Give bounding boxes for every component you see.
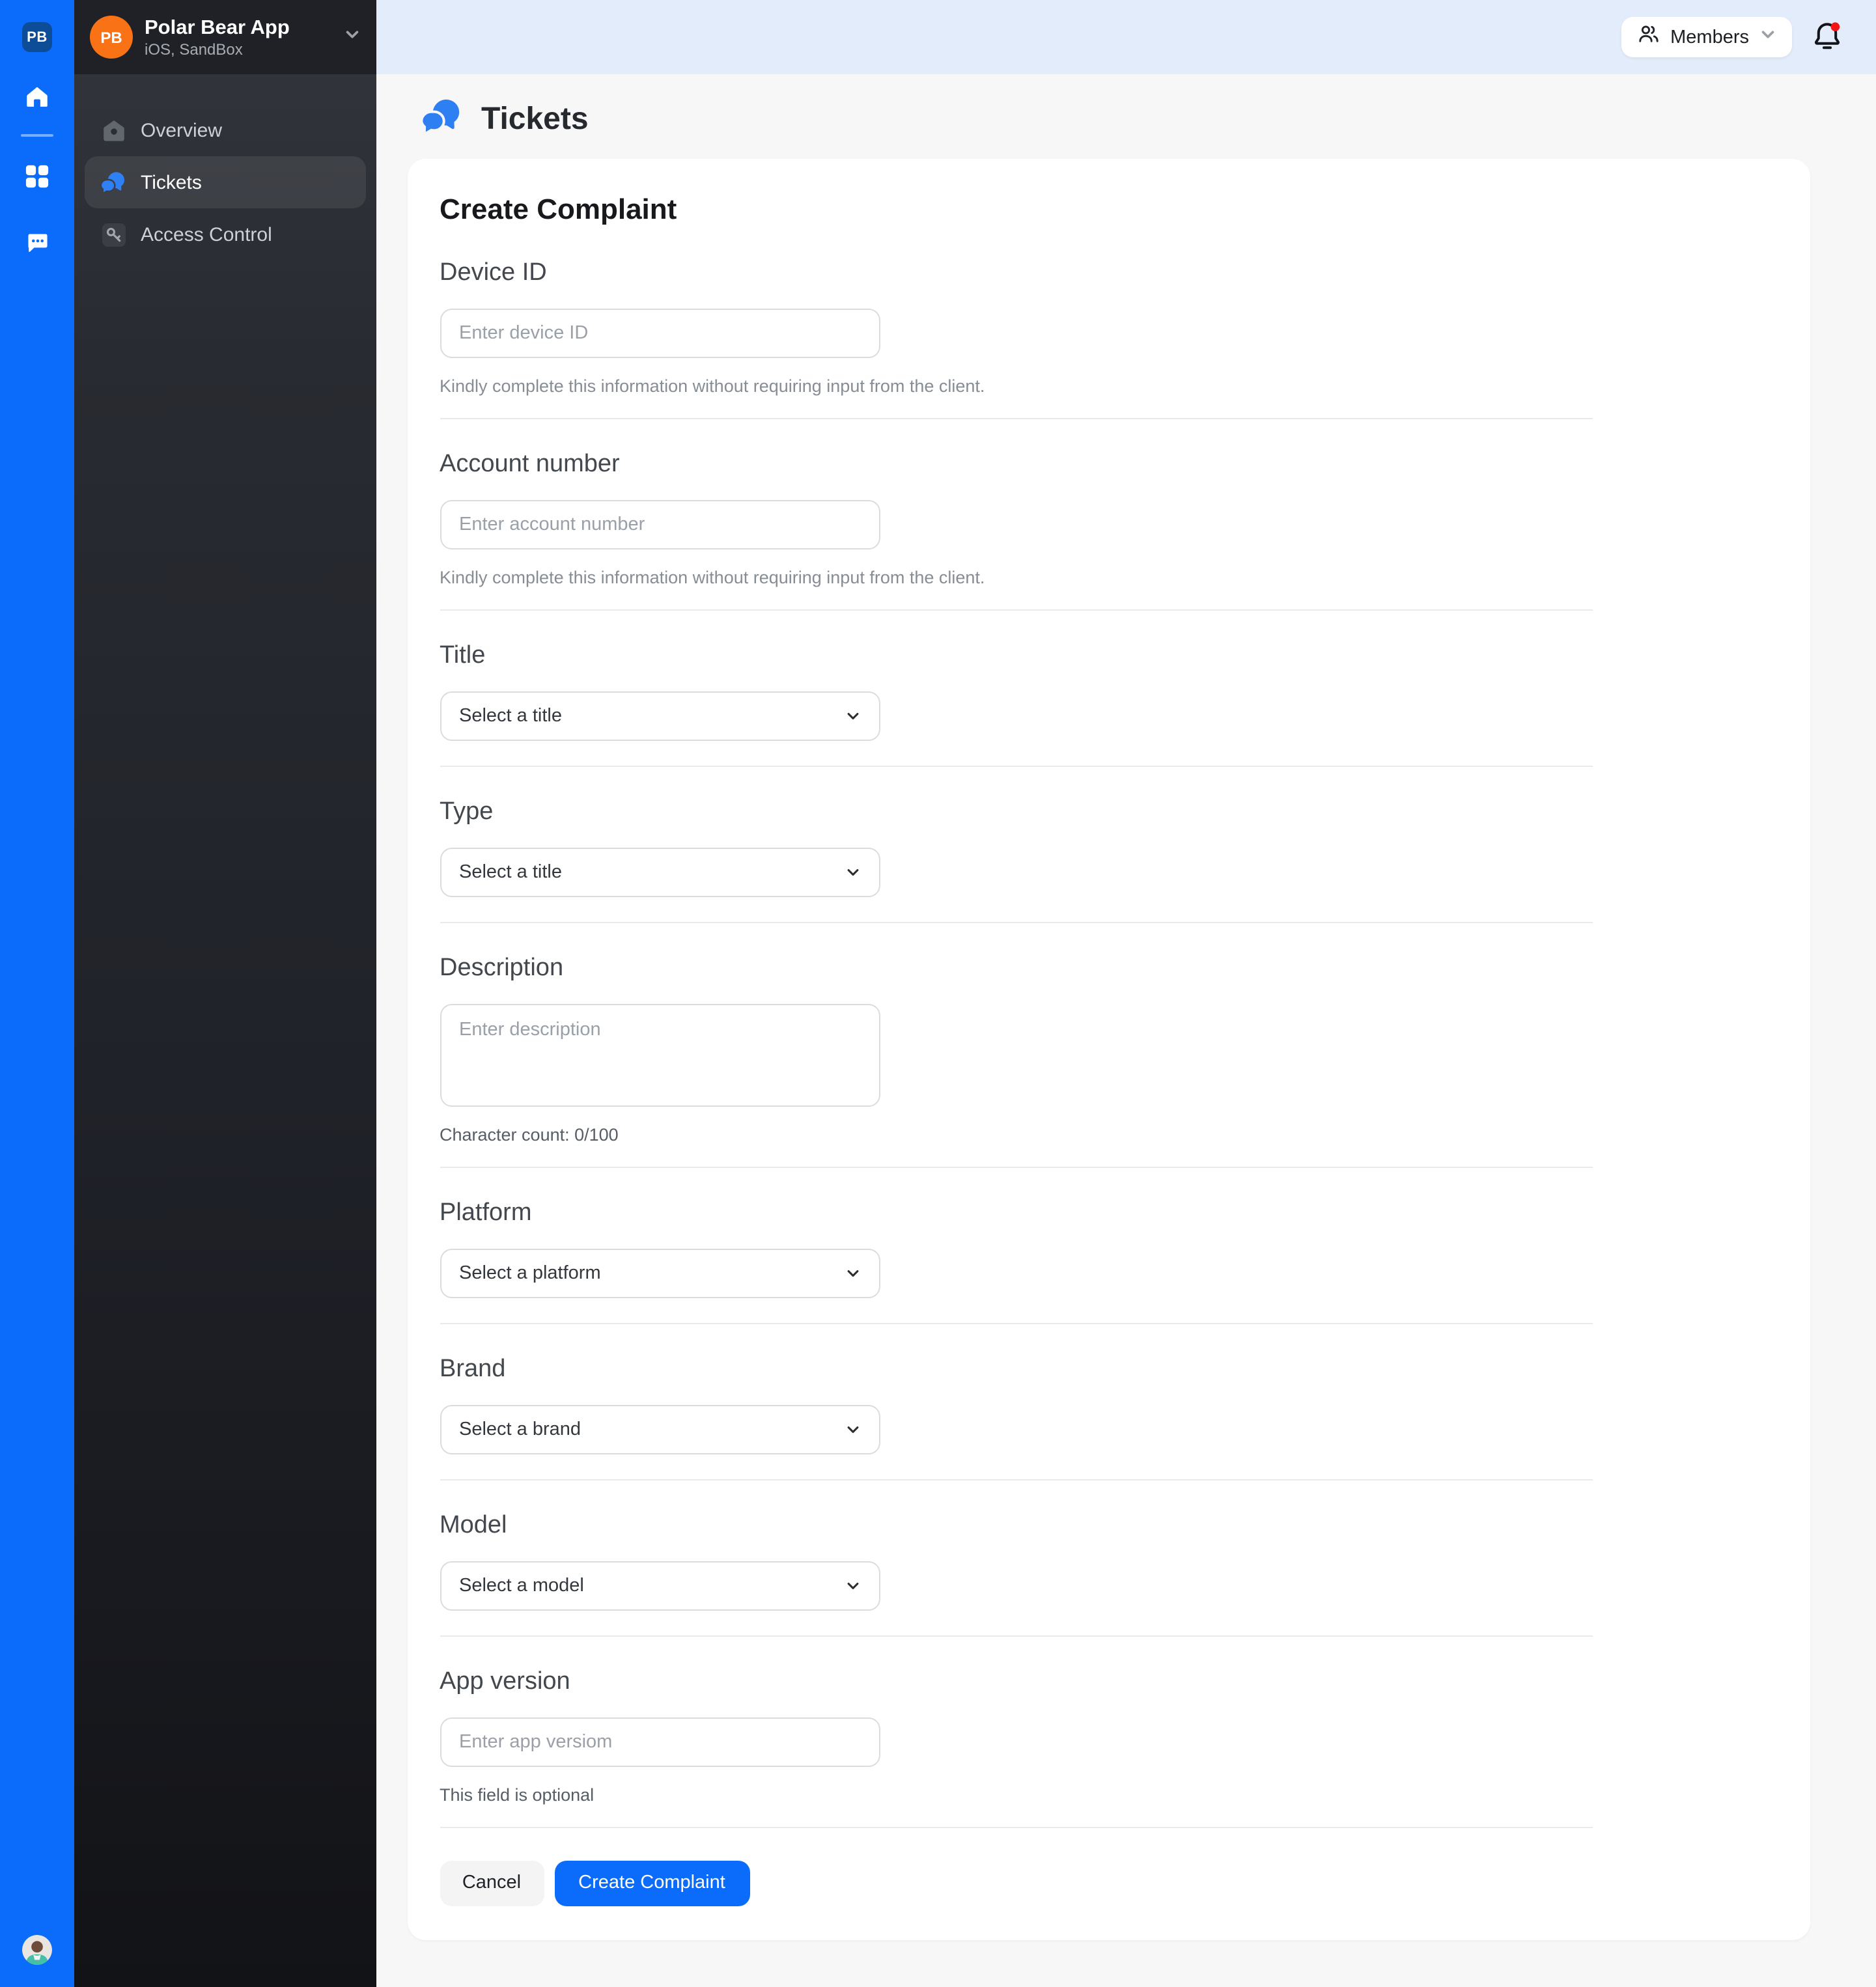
platform-select[interactable]: Select a platform <box>440 1248 880 1298</box>
sidebar-item-label: Access Control <box>141 223 272 245</box>
field-label: Brand <box>440 1355 506 1382</box>
field-label: Platform <box>440 1199 532 1226</box>
sidebar-item-overview[interactable]: Overview <box>85 104 365 156</box>
notifications-bell-icon[interactable] <box>1809 18 1845 55</box>
title-section: Title Select a title <box>440 639 1777 766</box>
chat-icon[interactable] <box>0 230 74 257</box>
app-rail: PB <box>0 0 74 1987</box>
type-select[interactable]: Select a title <box>440 847 880 896</box>
description-textarea[interactable] <box>440 1003 880 1106</box>
field-label: Model <box>440 1511 507 1538</box>
form-heading: Create Complaint <box>440 192 677 225</box>
app-name: Polar Bear App <box>145 16 290 38</box>
tickets-icon <box>100 169 126 195</box>
rail-divider <box>21 134 53 137</box>
cancel-button[interactable]: Cancel <box>440 1860 544 1906</box>
select-value: Select a model <box>459 1575 584 1596</box>
app-version-section: App version This field is optional <box>440 1665 1777 1827</box>
select-value: Select a title <box>459 861 562 882</box>
section-divider <box>440 765 1592 766</box>
field-helper: Kindly complete this information without… <box>440 376 985 395</box>
app-version-input[interactable] <box>440 1717 880 1766</box>
sidebar: PB Polar Bear App iOS, SandBox Overview <box>74 0 376 1987</box>
form-actions: Cancel Create Complaint <box>440 1860 1777 1906</box>
field-label: Device ID <box>440 258 547 286</box>
sidebar-item-access-control[interactable]: Access Control <box>85 208 365 260</box>
optional-note: This field is optional <box>440 1785 595 1804</box>
section-divider <box>440 609 1592 610</box>
section-divider <box>440 1166 1592 1167</box>
field-label: Type <box>440 798 494 825</box>
model-select[interactable]: Select a model <box>440 1561 880 1610</box>
type-section: Type Select a title <box>440 795 1777 923</box>
platform-section: Platform Select a platform <box>440 1196 1777 1324</box>
field-label: App version <box>440 1667 570 1695</box>
sidebar-nav: Overview Tickets Access Control <box>85 104 365 260</box>
apps-grid-icon[interactable] <box>0 164 74 189</box>
section-divider <box>440 921 1592 923</box>
top-bar: Members <box>376 0 1876 74</box>
app-avatar: PB <box>90 16 133 59</box>
create-complaint-card: Create Complaint Device ID Kindly comple… <box>407 158 1810 1939</box>
character-count: Character count: 0/100 <box>440 1124 619 1144</box>
section-divider <box>440 1635 1592 1636</box>
chevron-down-icon <box>343 25 360 49</box>
section-divider <box>440 1322 1592 1324</box>
device-id-input[interactable] <box>440 308 880 357</box>
chevron-down-icon <box>1759 25 1776 49</box>
app-switcher[interactable]: PB Polar Bear App iOS, SandBox <box>74 0 376 74</box>
chevron-down-icon <box>847 1582 858 1589</box>
app-subtitle: iOS, SandBox <box>145 40 243 58</box>
select-value: Select a title <box>459 705 562 726</box>
field-label: Description <box>440 954 564 981</box>
main-content: Members Tickets Create Complaint Device … <box>376 0 1876 1987</box>
field-helper: Kindly complete this information without… <box>440 567 985 587</box>
chevron-down-icon <box>847 712 858 719</box>
create-complaint-button[interactable]: Create Complaint <box>554 1860 749 1906</box>
chevron-down-icon <box>847 868 858 875</box>
description-section: Description Character count: 0/100 <box>440 951 1777 1167</box>
field-label: Title <box>440 641 486 669</box>
device-id-section: Device ID Kindly complete this informati… <box>440 256 1777 419</box>
members-label: Members <box>1670 27 1749 48</box>
section-divider <box>440 1826 1592 1827</box>
field-label: Account number <box>440 450 620 477</box>
members-button[interactable]: Members <box>1621 17 1792 57</box>
tickets-page-icon <box>419 95 462 143</box>
model-section: Model Select a model <box>440 1508 1777 1636</box>
members-icon <box>1636 22 1660 52</box>
overview-icon <box>100 117 126 143</box>
section-divider <box>440 417 1592 419</box>
chevron-down-icon <box>847 1426 858 1432</box>
title-select[interactable]: Select a title <box>440 691 880 740</box>
page-title: Tickets <box>481 101 589 136</box>
sidebar-item-label: Overview <box>141 119 223 141</box>
section-divider <box>440 1479 1592 1480</box>
select-value: Select a platform <box>459 1262 601 1283</box>
account-number-section: Account number Kindly complete this info… <box>440 447 1777 610</box>
sidebar-item-label: Tickets <box>141 171 202 193</box>
brand-section: Brand Select a brand <box>440 1352 1777 1480</box>
user-avatar[interactable] <box>22 1935 52 1965</box>
account-number-input[interactable] <box>440 499 880 549</box>
key-icon <box>100 221 126 247</box>
home-icon[interactable] <box>0 83 74 111</box>
workspace-logo[interactable]: PB <box>22 22 52 52</box>
select-value: Select a brand <box>459 1419 581 1439</box>
brand-select[interactable]: Select a brand <box>440 1404 880 1454</box>
sidebar-item-tickets[interactable]: Tickets <box>85 156 365 208</box>
chevron-down-icon <box>847 1270 858 1276</box>
